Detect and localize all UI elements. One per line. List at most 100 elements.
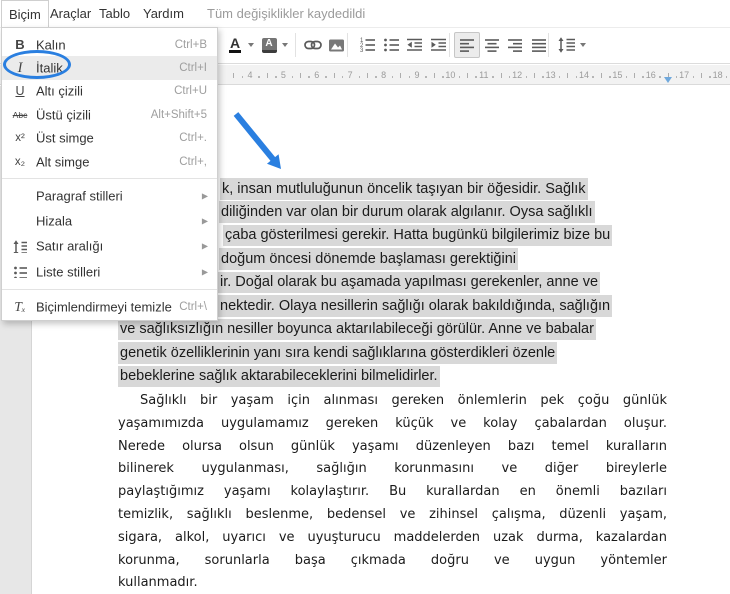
menu-item-label: Hizala [36,213,73,229]
menu-item-subscript[interactable]: x₂ Alt simge Ctrl+, [2,150,217,173]
ruler-tick [408,76,411,78]
document-text-line[interactable]: k, insan mutluluğunun öncelik taşıyan bi… [220,178,588,200]
menu-group: Paragraf stilleri ▶ Hizala ▶ Satır aralığı ▶ L… [2,183,217,284]
menu-item-line-spacing[interactable]: Satır aralığı ▶ [2,234,217,259]
submenu-arrow-icon: ▶ [201,241,208,251]
ruler-tick [600,73,602,78]
list-styles-icon [9,259,31,284]
ruler-tick [241,76,244,78]
document-text-line[interactable]: paylaştığımız yaşamı kolaylaştırır. Bu k… [118,484,667,500]
align-right-button[interactable] [502,32,528,58]
ruler-number: 4 [247,70,253,80]
strikethrough-icon: Abc [12,109,28,120]
ruler-number: 9 [414,70,420,80]
toolbar-separator [548,33,549,57]
ruler-tick [542,76,544,78]
ruler-number: 7 [347,70,353,80]
document-text-line[interactable]: Nerede olursa olsun günlük yaşamı düzenl… [118,439,667,455]
increase-indent-icon [430,38,446,51]
menu-separator [2,288,217,290]
menubar-item-tablo[interactable]: Tablo [92,0,137,27]
document-text-line[interactable]: sigara, alkol, uyarıcı ve uyuşturucu mad… [118,530,667,546]
numbered-list-icon: 123 [360,38,375,53]
ruler-indent-marker[interactable] [664,77,672,83]
ruler-number: 17 [679,70,690,80]
ruler-tick [659,76,661,78]
menu-item-label: Paragraf stilleri [36,188,123,204]
menu-item-shortcut: Ctrl+, [179,155,207,168]
selected-text: bebeklerine sağlık aktarabileceklerini b… [118,365,440,388]
document-text-line[interactable]: Sağlıklı bir yaşam için alınması gereken… [140,393,667,409]
align-left-icon [460,38,474,52]
menubar-item-araclar[interactable]: Araçlar [43,0,98,27]
document-text-line[interactable]: nektedir. Olaya nesillerin sağlığı olara… [218,295,613,317]
ruler-number: 16 [645,70,656,80]
document-text-line[interactable]: diliğinden var olan bir durum olarak alg… [219,201,595,223]
ruler-number: 6 [314,70,320,80]
ruler-tick [492,76,494,78]
document-text-line[interactable]: kullanmadır. [118,575,198,591]
selected-text: çaba gösterilmesi gerekir. Hatta bugünkü… [223,224,613,247]
ruler-number: 18 [712,70,723,80]
ruler-tick [358,76,361,78]
ruler-tick [508,76,511,78]
selected-text: ve sağlıksızlığın nesiller boyunca aktar… [118,318,596,341]
menu-item-shortcut: Ctrl+U [174,85,207,98]
menu-item-align[interactable]: Hizala ▶ [2,209,217,234]
menu-item-label: Liste stilleri [36,264,101,279]
numbered-list-button[interactable]: 123 [354,32,380,58]
menu-item-superscript[interactable]: x² Üst simge Ctrl+. [2,127,217,150]
menubar-item-yardim[interactable]: Yardım [136,0,191,27]
ruler-tick [475,76,477,78]
menubar-item-bicim[interactable]: Biçim [1,0,49,28]
menu-item-list-styles[interactable]: Liste stilleri ▶ [2,259,217,284]
highlight-color-icon: A [261,37,277,53]
menu-item-underline[interactable]: U Altı çizili Ctrl+U [2,80,217,103]
decrease-indent-icon [406,38,422,51]
text-color-button[interactable]: A [222,32,248,58]
autosave-status: Tüm değişiklikler kaydedildi [207,6,366,21]
document-text-line[interactable]: genetik özelliklerinin yanı sıra kendi s… [118,342,558,364]
ruler-tick [500,73,502,78]
document-text-line[interactable]: temizlik, sağlıklı beslenme, bedensel ve… [118,507,667,523]
ruler-tick [442,76,444,78]
document-text-line[interactable]: ir. Doğal olarak bu aşamada yapılması ge… [218,271,601,294]
ruler-tick [300,73,302,78]
menu-item-shortcut: Ctrl+I [179,62,207,75]
ruler-tick [308,76,310,78]
ruler-tick [258,76,260,78]
ruler-tick [558,76,561,78]
decrease-indent-button[interactable] [401,32,427,58]
increase-indent-button[interactable] [425,32,451,58]
document-text-line[interactable]: korunma, sorunlarla başa çıkmada doğru v… [118,553,667,569]
ruler-tick [725,76,728,78]
highlight-color-button[interactable]: A [256,32,282,58]
ruler-tick [333,73,335,78]
document-text-line[interactable]: bebeklerine sağlık aktarabileceklerini b… [118,365,440,388]
insert-link-icon [304,40,322,50]
line-spacing-dropdown-caret[interactable] [580,43,586,47]
justify-icon [532,38,546,52]
document-text-line[interactable]: çaba gösterilmesi gerekir. Hatta bugünkü… [223,224,613,247]
align-left-button[interactable] [454,32,480,58]
document-text-line[interactable]: ve sağlıksızlığın nesiller boyunca aktar… [118,318,596,341]
insert-image-button[interactable] [323,32,349,58]
document-text-line[interactable]: bilinerek uygulanması, sağlığın korunmas… [118,461,667,477]
line-spacing-button[interactable] [554,32,580,58]
menu-item-clear-formatting[interactable]: Tₓ Biçimlendirmeyi temizle Ctrl+\ [2,294,217,319]
menu-separator [2,177,217,179]
menu-item-shortcut: Alt+Shift+5 [150,108,207,121]
document-text-line[interactable]: doğum öncesi dönemde başlaması gerektiği… [219,248,519,270]
menu-item-paragraph-styles[interactable]: Paragraf stilleri ▶ [2,183,217,208]
selected-text: k, insan mutluluğunun öncelik taşıyan bi… [220,178,588,200]
document-text-line[interactable]: yaşamımızda uygulamamız gereken küçük ve… [118,416,667,432]
selected-text: diliğinden var olan bir durum olarak alg… [219,201,595,223]
menu-item-label: Üst simge [36,130,94,146]
submenu-arrow-icon: ▶ [201,267,208,276]
text-color-dropdown-caret[interactable] [248,43,254,47]
ruler-number: 12 [512,70,523,80]
menu-item-strikethrough[interactable]: Abc Üstü çizili Alt+Shift+5 [2,103,217,126]
underline-icon: U [15,84,25,99]
ruler-tick [467,73,469,78]
highlight-color-dropdown-caret[interactable] [282,43,288,47]
